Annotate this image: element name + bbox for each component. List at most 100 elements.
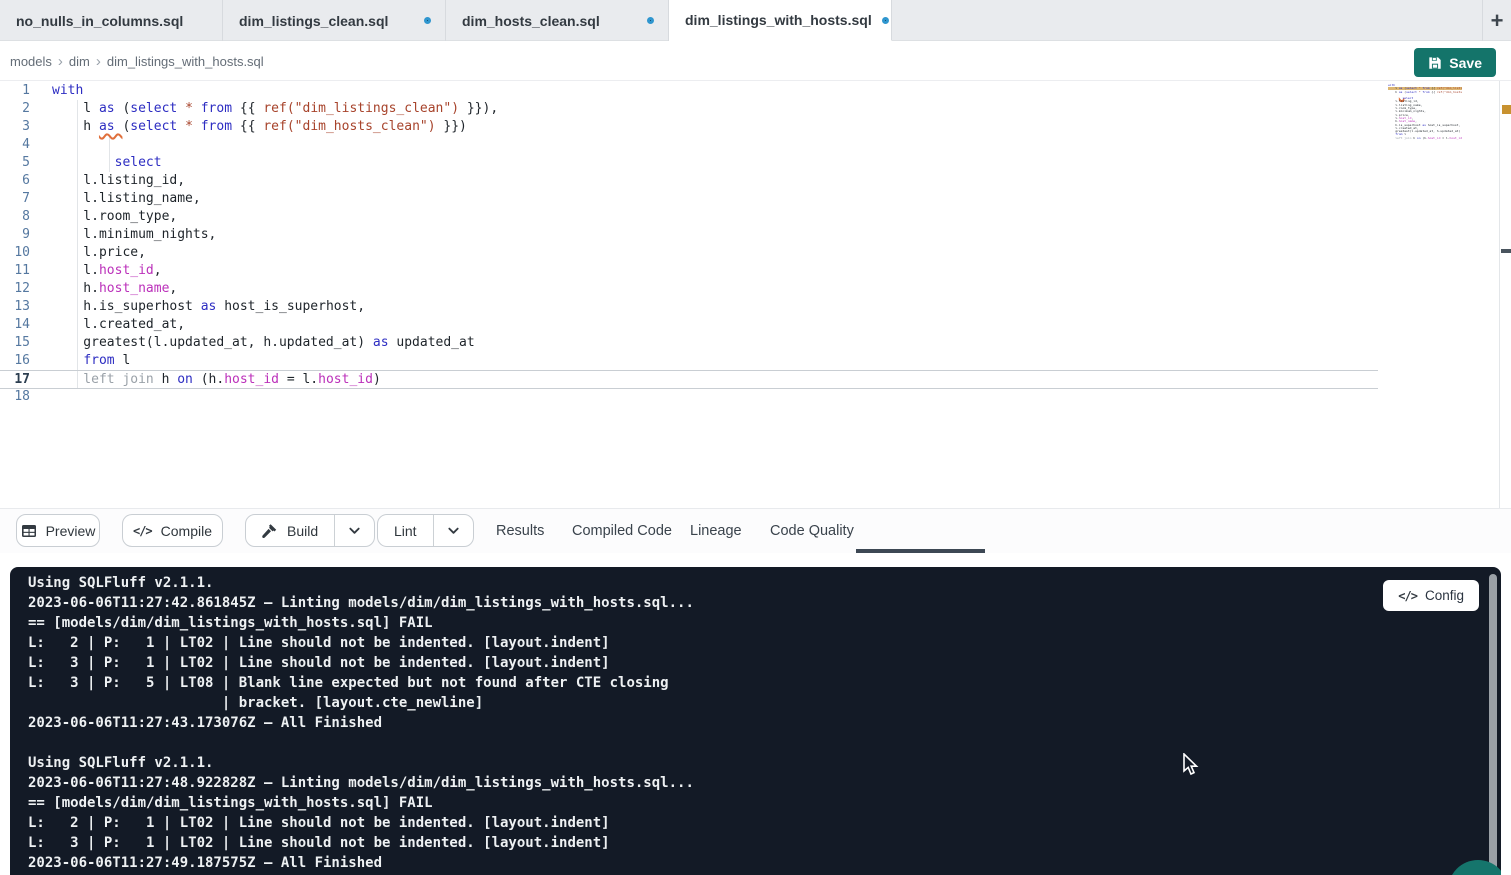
terminal-line: L: 3 | P: 1 | LT02 | Line should not be … (28, 653, 694, 673)
line-number: 18 (0, 388, 30, 406)
action-bar: Preview </> Compile Build (0, 508, 1511, 553)
minimap-line: left join h on (h.host_id = l.host_id) (1388, 137, 1462, 140)
lint-output-terminal[interactable]: Using SQLFluff v2.1.1. 2023-06-06T11:27:4… (10, 567, 1501, 875)
line-number: 5 (0, 154, 30, 172)
terminal-line: L: 3 | P: 5 | LT08 | Blank line expected… (28, 673, 694, 693)
breadcrumb-models[interactable]: models (10, 54, 52, 69)
code-line[interactable]: 5 select (0, 154, 1378, 172)
preview-button[interactable]: Preview (16, 514, 100, 547)
lint-button[interactable]: Lint (378, 515, 434, 546)
tab-lineage[interactable]: Lineage (690, 523, 742, 539)
build-label: Build (287, 523, 318, 539)
cursor-position-marker[interactable] (1501, 249, 1511, 253)
compile-button[interactable]: </> Compile (122, 514, 223, 547)
terminal-line: == [models/dim/dim_listings_with_hosts.s… (28, 793, 694, 813)
config-button[interactable]: </> Config (1383, 580, 1479, 611)
terminal-scrollbar[interactable] (1489, 574, 1497, 875)
terminal-line: 2023-06-06T11:27:49.187575Z – All Finish… (28, 853, 694, 873)
code-line[interactable]: 3 h as (select * from {{ ref("dim_hosts_… (0, 118, 1378, 136)
breadcrumb-file: dim_listings_with_hosts.sql (107, 54, 264, 69)
hammer-icon (262, 523, 278, 539)
code-line[interactable]: 15 greatest(l.updated_at, h.updated_at) … (0, 334, 1378, 352)
config-label: Config (1425, 588, 1464, 603)
lint-warning-marker[interactable] (1502, 105, 1511, 114)
code-brackets-icon: </> (1398, 589, 1417, 603)
code-line[interactable]: 16 from l (0, 352, 1378, 370)
breadcrumb-bar: models › dim › dim_listings_with_hosts.s… (0, 41, 1511, 81)
chevron-right-icon: › (96, 53, 101, 70)
code-line[interactable]: 11 l.host_id, (0, 262, 1378, 280)
terminal-line: Using SQLFluff v2.1.1. (28, 573, 694, 593)
active-tab-indicator (856, 549, 985, 553)
unsaved-changes-icon (424, 17, 431, 24)
line-number: 10 (0, 244, 30, 262)
tab-code-quality[interactable]: Code Quality (770, 523, 854, 539)
unsaved-changes-icon (882, 17, 889, 24)
chevron-down-icon (348, 524, 361, 537)
floppy-disk-icon (1428, 56, 1442, 70)
minimap[interactable]: with l as (select * from {{ ref("dim_lis… (1388, 84, 1462, 148)
code-line[interactable]: 2 l as (select * from {{ ref("dim_listin… (0, 100, 1378, 118)
ide-window: no_nulls_in_columns.sql dim_listings_cle… (0, 0, 1511, 875)
tab-dim-listings-clean[interactable]: dim_listings_clean.sql (223, 0, 446, 41)
code-line[interactable]: 18 (0, 388, 1378, 406)
terminal-line: == [models/dim/dim_listings_with_hosts.s… (28, 613, 694, 633)
code-line[interactable]: 6 l.listing_id, (0, 172, 1378, 190)
line-number: 8 (0, 208, 30, 226)
tab-label: no_nulls_in_columns.sql (16, 13, 183, 29)
line-number: 6 (0, 172, 30, 190)
new-tab-button[interactable]: + (1482, 0, 1511, 41)
build-button[interactable]: Build (246, 515, 335, 546)
line-number: 17 (0, 371, 30, 388)
line-number: 7 (0, 190, 30, 208)
terminal-line: Using SQLFluff v2.1.1. (28, 753, 694, 773)
code-line[interactable]: 8 l.room_type, (0, 208, 1378, 226)
minimap-line (1388, 140, 1462, 143)
tab-compiled-code[interactable]: Compiled Code (572, 523, 672, 539)
code-line[interactable]: 7 l.listing_name, (0, 190, 1378, 208)
lint-dropdown-button[interactable] (434, 515, 473, 546)
line-number: 11 (0, 262, 30, 280)
code-line[interactable]: 4 (0, 136, 1378, 154)
terminal-output: Using SQLFluff v2.1.1. 2023-06-06T11:27:4… (28, 573, 694, 873)
plus-icon: + (1491, 8, 1504, 34)
code-editor[interactable]: 1with2 l as (select * from {{ ref("dim_l… (0, 81, 1511, 508)
unsaved-changes-icon (647, 17, 654, 24)
code-brackets-icon: </> (133, 524, 152, 538)
tab-label: dim_hosts_clean.sql (462, 13, 600, 29)
build-dropdown-button[interactable] (335, 515, 374, 546)
line-number: 15 (0, 334, 30, 352)
tab-results[interactable]: Results (496, 523, 544, 539)
code-line[interactable]: 14 l.created_at, (0, 316, 1378, 334)
terminal-line: L: 2 | P: 1 | LT02 | Line should not be … (28, 633, 694, 653)
overview-ruler-divider (1499, 81, 1500, 508)
chevron-right-icon: › (58, 53, 63, 70)
line-number: 12 (0, 280, 30, 298)
build-split-button: Build (245, 514, 375, 547)
tab-no-nulls-in-columns[interactable]: no_nulls_in_columns.sql (0, 0, 223, 41)
terminal-line: L: 2 | P: 1 | LT02 | Line should not be … (28, 813, 694, 833)
code-line[interactable]: 13 h.is_superhost as host_is_superhost, (0, 298, 1378, 316)
breadcrumb-dim[interactable]: dim (69, 54, 90, 69)
code-lines: 1with2 l as (select * from {{ ref("dim_l… (0, 82, 1378, 406)
save-button[interactable]: Save (1414, 48, 1496, 77)
line-number: 14 (0, 316, 30, 334)
terminal-line (28, 733, 694, 753)
line-number: 16 (0, 352, 30, 370)
tab-dim-listings-with-hosts[interactable]: dim_listings_with_hosts.sql (669, 0, 892, 41)
code-line[interactable]: 9 l.minimum_nights, (0, 226, 1378, 244)
code-line[interactable]: 17 left join h on (h.host_id = l.host_id… (0, 370, 1378, 389)
preview-label: Preview (46, 523, 96, 539)
line-number: 3 (0, 118, 30, 136)
terminal-line: 2023-06-06T11:27:43.173076Z – All Finish… (28, 713, 694, 733)
table-grid-icon (21, 523, 37, 539)
chevron-down-icon (447, 524, 460, 537)
code-line[interactable]: 1with (0, 82, 1378, 100)
lint-split-button: Lint (377, 514, 474, 547)
line-number: 4 (0, 136, 30, 154)
line-number: 13 (0, 298, 30, 316)
code-line[interactable]: 10 l.price, (0, 244, 1378, 262)
lint-label: Lint (394, 523, 417, 539)
code-line[interactable]: 12 h.host_name, (0, 280, 1378, 298)
tab-dim-hosts-clean[interactable]: dim_hosts_clean.sql (446, 0, 669, 41)
